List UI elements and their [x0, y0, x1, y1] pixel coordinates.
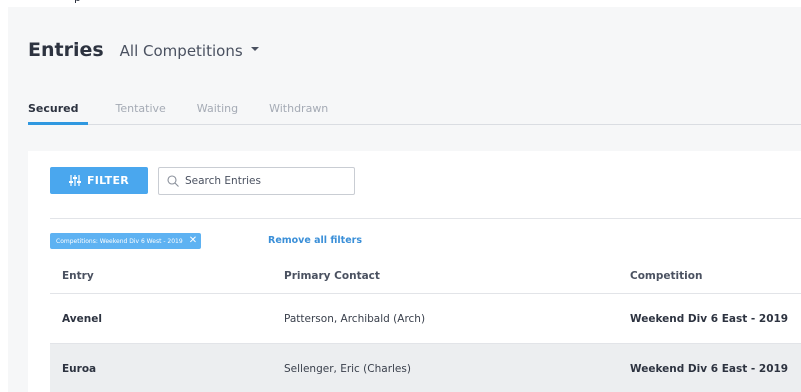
top-strip: p [0, 0, 801, 7]
tab-waiting[interactable]: Waiting [194, 97, 241, 125]
contact-cell: Patterson, Archibald (Arch) [284, 312, 426, 325]
filter-chip: Competitions: Weekend Div 6 West - 2019 … [50, 233, 202, 249]
tab-tentative[interactable]: Tentative [113, 97, 169, 125]
filter-button[interactable]: FILTER [50, 167, 148, 194]
column-header-entry[interactable]: Entry [50, 270, 272, 282]
page-header: Entries All Competitions [28, 39, 259, 63]
search-input[interactable] [185, 175, 345, 187]
table-row[interactable]: Avenel Patterson, Archibald (Arch) Weeke… [50, 294, 801, 344]
column-header-primary-contact[interactable]: Primary Contact [272, 270, 618, 282]
tab-withdrawn[interactable]: Withdrawn [266, 97, 331, 125]
search-icon [167, 175, 179, 187]
toolbar-divider [50, 218, 801, 219]
top-strip-label: p [74, 0, 81, 4]
table-header: Entry Primary Contact Competition [50, 258, 801, 294]
search-box [158, 167, 355, 195]
entries-table: Entry Primary Contact Competition Avenel… [50, 258, 801, 392]
column-header-competition[interactable]: Competition [618, 270, 801, 282]
filter-button-label: FILTER [86, 174, 130, 187]
filter-chip-label: Competitions: Weekend Div 6 West - 2019 [56, 237, 183, 245]
competition-cell: Weekend Div 6 East - 2019 [630, 312, 789, 325]
entries-card: FILTER Competitions: Weekend Div 6 West … [28, 151, 801, 392]
entries-page: Entries All Competitions Secured Tentati… [8, 7, 801, 392]
competition-cell: Weekend Div 6 East - 2019 [630, 362, 789, 375]
remove-all-filters-link[interactable]: Remove all filters [268, 235, 362, 246]
close-icon[interactable]: ✕ [189, 236, 197, 246]
caret-down-icon [250, 47, 259, 51]
tab-secured[interactable]: Secured [28, 97, 88, 125]
contact-cell: Sellenger, Eric (Charles) [284, 362, 411, 375]
status-tabs: Secured Tentative Waiting Withdrawn [28, 97, 801, 125]
table-row[interactable]: Euroa Sellenger, Eric (Charles) Weekend … [50, 344, 801, 392]
entry-cell: Avenel [62, 312, 102, 325]
entry-cell: Euroa [62, 362, 97, 375]
competition-select[interactable]: All Competitions [120, 42, 259, 60]
competition-select-label: All Competitions [119, 42, 243, 60]
page-title: Entries [28, 39, 104, 61]
sliders-icon [68, 175, 81, 186]
